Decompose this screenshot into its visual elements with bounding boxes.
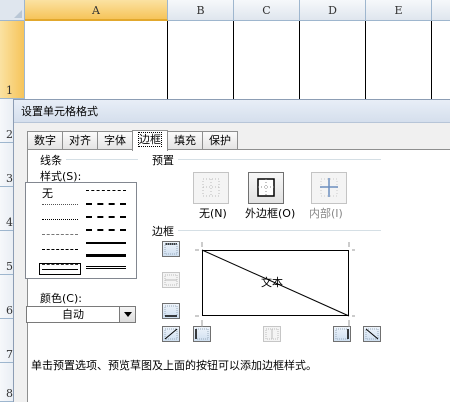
border-inside-horizontal-icon [164,274,178,286]
tab-label: 保护 [209,134,231,147]
tab-label: 数字 [34,134,56,147]
border-outline-icon [257,178,275,197]
border-inside-icon [320,178,338,197]
column-header-b[interactable]: B [168,0,234,21]
color-value: 自动 [62,308,84,321]
border-right-icon [335,328,349,340]
tab-label: 边框 [138,132,162,147]
tab-label: 填充 [174,134,196,147]
line-style-medium[interactable] [86,242,126,244]
line-style-dash-dot[interactable] [42,249,78,250]
line-style-hair[interactable] [42,204,78,205]
line-style-thick[interactable] [86,254,126,257]
preset-none-button[interactable] [193,172,229,204]
selected-style-frame [39,263,81,275]
cell-border [233,21,234,99]
border-preview[interactable]: 文本 [195,242,355,327]
tab-alignment[interactable]: 对齐 [62,131,98,150]
chevron-down-icon[interactable] [119,307,135,322]
tab-label: 对齐 [69,134,91,147]
border-diagonal-up-button[interactable] [162,326,180,342]
column-header-e[interactable]: E [366,0,432,21]
border-diagonal-down-button[interactable] [363,326,381,342]
cell-border [299,21,300,99]
select-all-corner[interactable] [0,0,25,21]
group-divider [178,230,381,231]
column-header-d[interactable]: D [300,0,366,21]
group-divider [66,159,138,160]
preset-inside-button[interactable] [311,172,347,204]
line-style-double[interactable] [86,266,126,269]
preview-text: 文本 [261,276,283,289]
column-header-a[interactable]: A [25,0,168,21]
column-header-c[interactable]: C [234,0,300,21]
border-right-button[interactable] [333,326,351,342]
cell-border [431,21,432,99]
border-none-icon [202,178,220,197]
cell-border [365,21,366,99]
color-label: 颜色(C): [40,292,82,305]
row-header-1[interactable]: 1 [0,21,25,99]
column-header-partial[interactable] [432,0,450,21]
preset-outline-label: 外边框(O) [245,207,296,220]
border-inside-horizontal-button[interactable] [162,272,180,288]
border-left-icon [195,328,209,340]
border-inside-vertical-button[interactable] [263,326,281,342]
border-left-button[interactable] [193,326,211,342]
line-style-medium-dash-dot[interactable] [86,216,126,218]
preset-none-label: 无(N) [199,207,227,220]
diagonal-up-icon [164,328,178,340]
border-inside-vertical-icon [265,328,279,340]
tab-strip: 数字 对齐 字体 边框 填充 保护 [27,130,238,151]
diagonal-down-icon [365,328,379,340]
group-divider [178,159,381,160]
border-group-title: 边框 [152,225,174,238]
tab-border[interactable]: 边框 [132,130,168,151]
instruction-text: 单击预置选项、预览草图及上面的按钮可以添加边框样式。 [31,359,317,372]
tab-fill[interactable]: 填充 [167,131,203,150]
line-style-medium-dashed[interactable] [86,229,126,231]
line-style-slant-dash-dot[interactable] [86,203,126,205]
tab-protection[interactable]: 保护 [202,131,238,150]
presets-group-title: 预置 [152,154,174,167]
border-top-icon [164,243,178,255]
cell-border [167,21,168,99]
tab-label: 字体 [104,134,126,147]
border-bottom-button[interactable] [162,303,180,319]
line-style-dotted[interactable] [42,219,78,220]
line-style-medium-dash-dot-dot[interactable] [86,190,126,191]
preset-outline-button[interactable] [248,172,284,204]
preset-inside-label: 内部(I) [309,207,343,220]
tab-number[interactable]: 数字 [27,131,63,150]
border-bottom-icon [164,305,178,317]
line-style-list[interactable]: 无 [25,182,137,279]
line-style-dash-dot-dot[interactable] [42,234,78,235]
tab-font[interactable]: 字体 [97,131,133,150]
color-dropdown[interactable]: 自动 [26,306,136,323]
dialog-title: 设置单元格格式 [14,100,450,123]
border-top-button[interactable] [162,241,180,257]
line-group-title: 线条 [40,154,62,167]
line-style-none[interactable]: 无 [42,185,53,201]
